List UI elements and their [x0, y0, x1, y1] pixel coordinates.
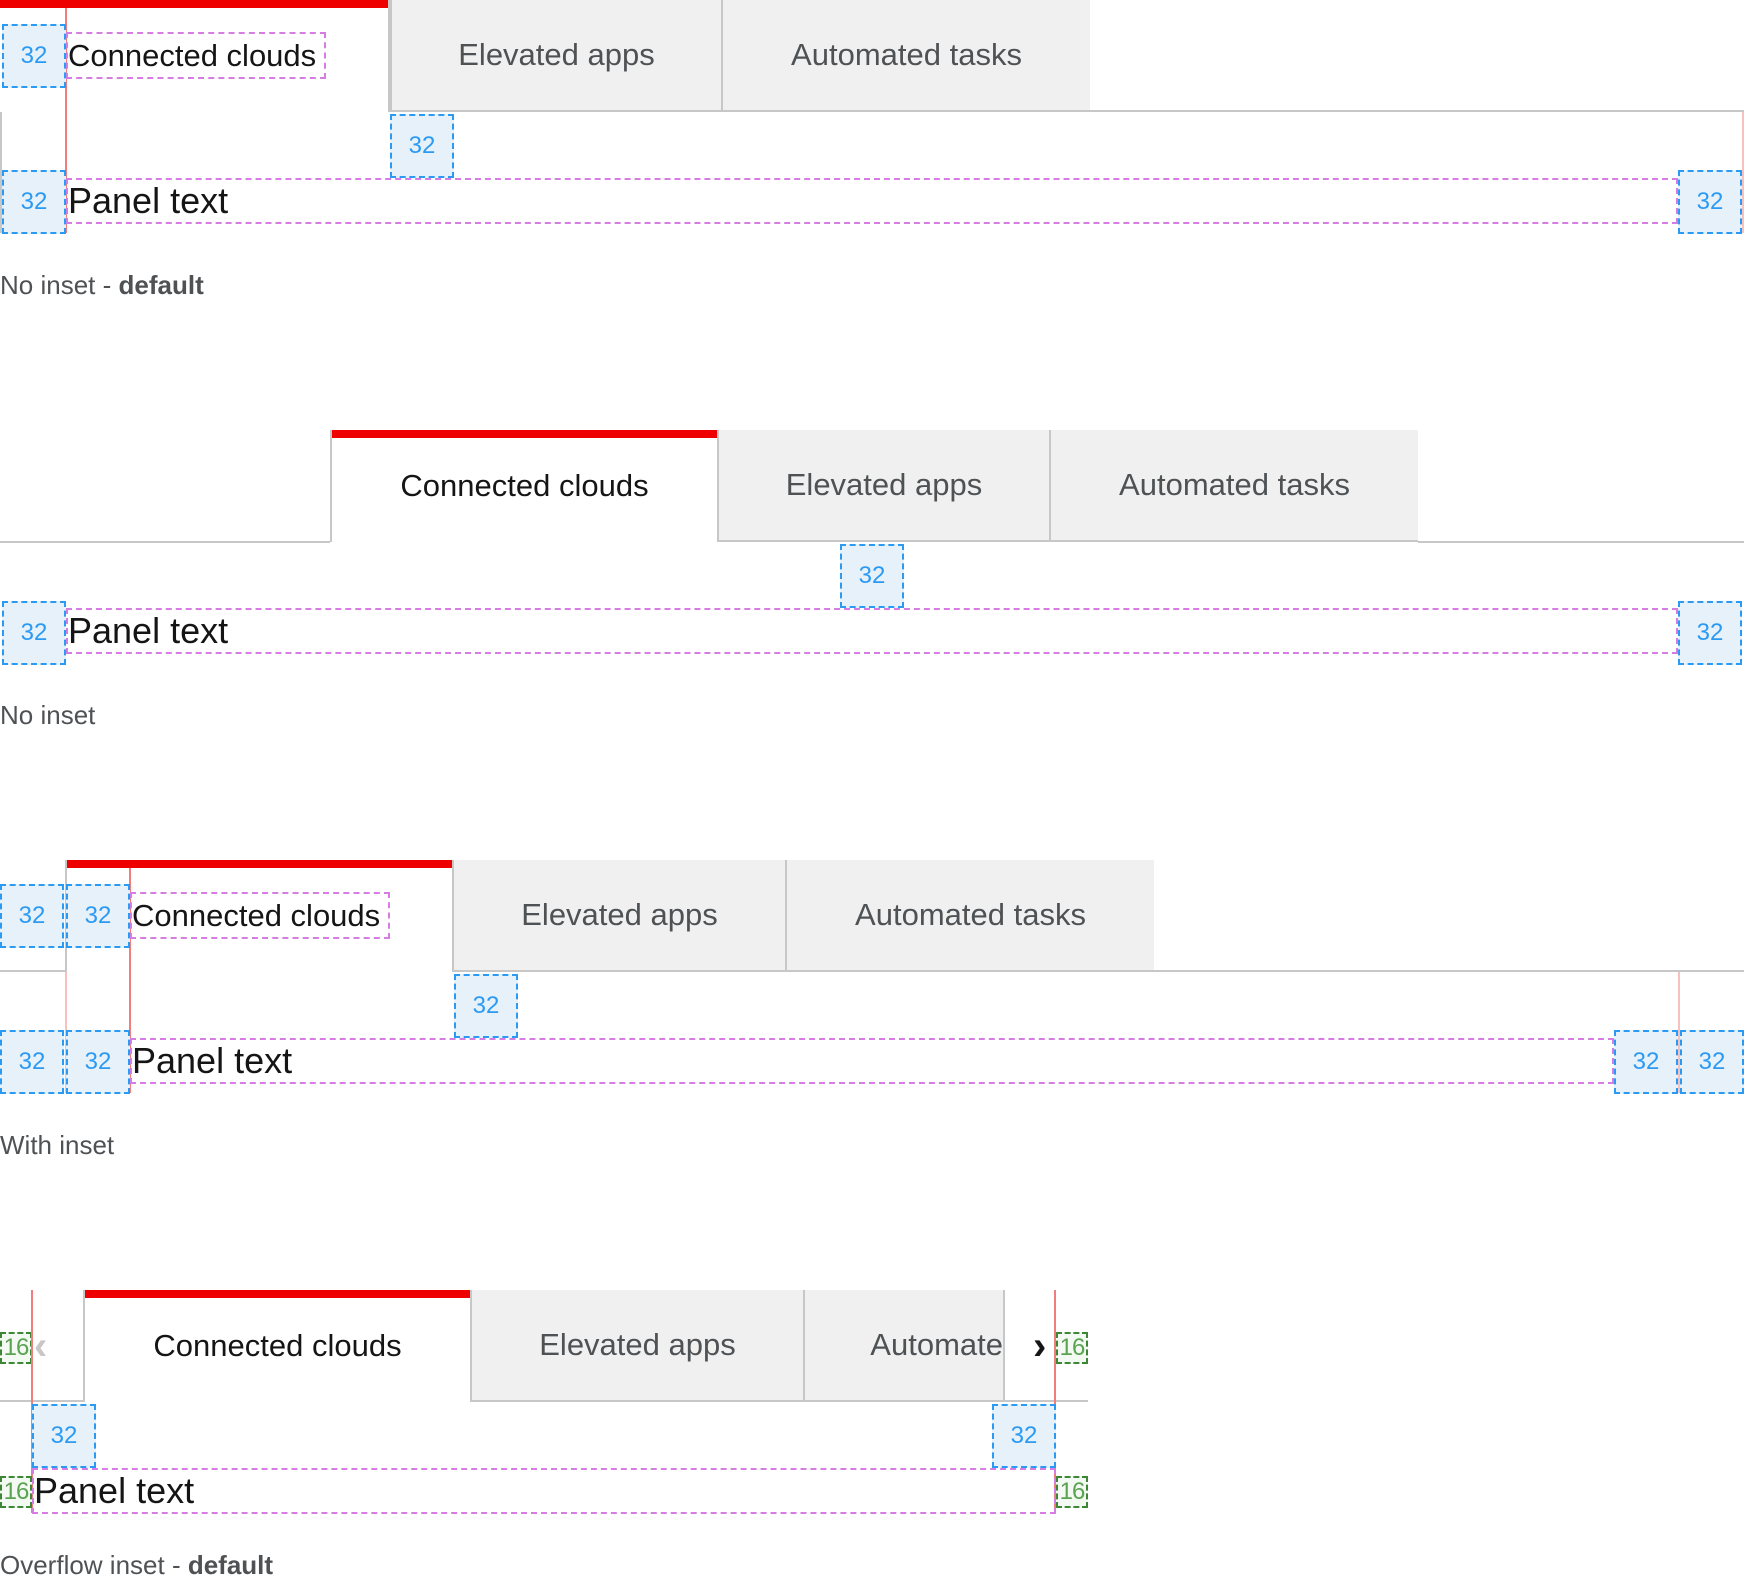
tab-label: Elevated apps	[539, 1327, 736, 1362]
tab-elevated-apps[interactable]: Elevated apps	[454, 860, 785, 972]
tab-label: Automate	[870, 1327, 1003, 1362]
spacer-32: 32	[1678, 170, 1742, 234]
tab-label: Connected clouds	[400, 468, 649, 503]
panel-text-box: Panel text	[66, 178, 1678, 224]
tabs-bottom-border	[1154, 970, 1744, 972]
spacer-32: 32	[66, 884, 130, 948]
tab-automated-tasks[interactable]: Automated tasks	[785, 860, 1154, 972]
tab-label: Connected clouds	[153, 1328, 402, 1363]
tab-elevated-apps[interactable]: Elevated apps	[390, 0, 721, 112]
tabs-bottom-border	[1418, 541, 1744, 543]
chevron-right-icon[interactable]: ›	[1033, 1326, 1046, 1366]
active-tab-indicator	[0, 0, 388, 8]
caption: No inset	[0, 700, 96, 730]
tab-automated-tasks[interactable]: Automate	[803, 1290, 1005, 1402]
spacer-32: 32	[2, 24, 66, 88]
spacer-32: 32	[390, 114, 454, 178]
spacer-32: 32	[1614, 1030, 1678, 1094]
spacer-32: 32	[2, 601, 66, 665]
active-tab-indicator	[67, 860, 452, 868]
tab-automated-tasks[interactable]: Automated tasks	[1049, 430, 1418, 542]
spacer-16: 16	[1056, 1476, 1088, 1508]
tab-label: Automated tasks	[791, 37, 1022, 72]
tab-label: Elevated apps	[458, 37, 655, 72]
caption: No inset - default	[0, 270, 204, 300]
panel-text-box: Panel text	[130, 1038, 1614, 1084]
tabs-bottom-border	[1005, 1400, 1088, 1402]
panel-text: Panel text	[68, 610, 229, 651]
chevron-left-icon[interactable]: ‹	[34, 1326, 47, 1366]
spacer-16: 16	[1056, 1332, 1088, 1364]
tab-elevated-apps[interactable]: Elevated apps	[719, 430, 1049, 542]
spacer-16: 16	[0, 1332, 32, 1364]
tab-connected-clouds[interactable]: Connected clouds	[330, 430, 719, 542]
caption: With inset	[0, 1130, 115, 1160]
spacer-32: 32	[32, 1404, 96, 1468]
panel-text-box: Panel text	[66, 608, 1678, 654]
spacer-32: 32	[840, 544, 904, 608]
spacer-32: 32	[1680, 1030, 1744, 1094]
tab-text-box: Connected clouds	[130, 892, 390, 939]
caption: Overflow inset - default	[0, 1550, 274, 1580]
tab-connected-clouds[interactable]: Connected clouds	[83, 1290, 472, 1402]
spacer-32: 32	[0, 884, 64, 948]
spacer-32: 32	[0, 1030, 64, 1094]
spacer-32: 32	[1678, 601, 1742, 665]
tabs-bottom-border	[1090, 110, 1744, 112]
tab-label: Elevated apps	[785, 467, 983, 502]
tab-elevated-apps[interactable]: Elevated apps	[472, 1290, 803, 1402]
spacer-32: 32	[454, 974, 518, 1038]
tab-automated-tasks[interactable]: Automated tasks	[721, 0, 1090, 112]
tab-label: Automated tasks	[1119, 467, 1350, 502]
spacer-32: 32	[66, 1030, 130, 1094]
tab-label: Connected clouds	[68, 37, 317, 73]
tabs-bottom-border	[0, 1400, 83, 1402]
spacer-16: 16	[0, 1476, 32, 1508]
tab-label: Automated tasks	[855, 897, 1086, 932]
active-tab-indicator	[332, 430, 717, 438]
spacer-32: 32	[992, 1404, 1056, 1468]
tab-text-box: Connected clouds	[66, 32, 326, 79]
panel-text-box: Panel text	[32, 1468, 1056, 1514]
panel-text: Panel text	[68, 180, 229, 221]
spacer-32: 32	[2, 170, 66, 234]
tab-label: Elevated apps	[521, 897, 718, 932]
active-tab-indicator	[85, 1290, 470, 1298]
panel-text: Panel text	[34, 1470, 195, 1511]
tab-label: Connected clouds	[132, 897, 381, 933]
panel-text: Panel text	[132, 1040, 293, 1081]
tabs-bottom-border	[0, 541, 330, 543]
tabs-bottom-border	[0, 970, 65, 972]
